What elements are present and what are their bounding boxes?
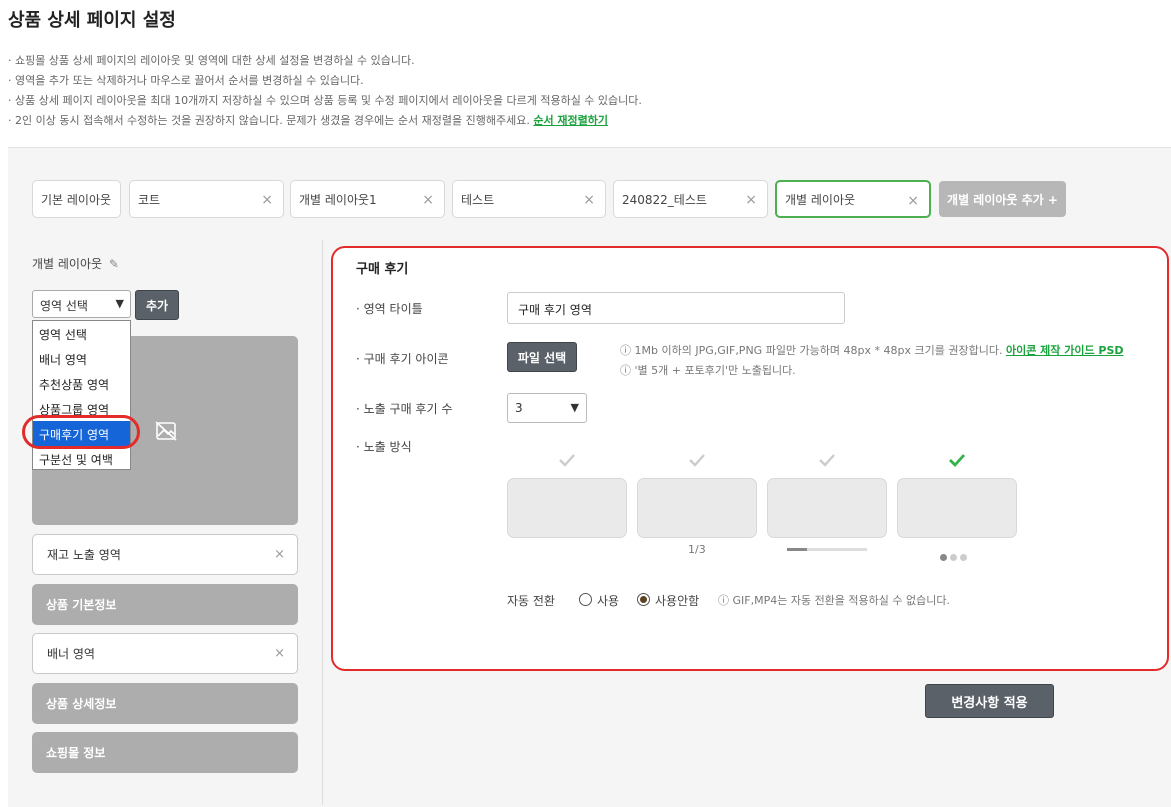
area-item-basic-info[interactable]: 상품 기본정보	[32, 584, 298, 625]
tab-label: 240822_테스트	[622, 192, 707, 207]
radio-nouse-label: 사용안함	[655, 594, 700, 608]
radio-use-label: 사용	[597, 594, 620, 608]
dot	[960, 554, 967, 561]
page-title: 상품 상세 페이지 설정	[8, 10, 176, 31]
title-label: · 영역 타이틀	[356, 302, 423, 316]
close-icon[interactable]: ×	[583, 192, 595, 208]
check-icon-selected	[949, 454, 966, 468]
count-label: · 노출 구매 후기 수	[356, 402, 453, 416]
section-title: 구매 후기	[356, 262, 409, 277]
area-title-input[interactable]: 구매 후기 영역	[507, 292, 845, 324]
close-icon[interactable]: ×	[745, 192, 757, 208]
area-label: 배너 영역	[47, 647, 95, 661]
note-4: · 2인 이상 동시 접속해서 수정하는 것을 권장하지 않습니다. 문제가 생…	[8, 114, 609, 127]
dot	[950, 554, 957, 561]
scroll-thumb	[787, 548, 807, 551]
chevron-down-icon: ▼	[570, 401, 579, 414]
dropdown-option[interactable]: 구분선 및 여백	[33, 446, 130, 471]
area-label: 상품 상세정보	[46, 697, 117, 711]
tab-label: 개별 레이아웃	[785, 192, 856, 207]
display-option-2[interactable]	[637, 478, 757, 538]
tab-label: 코트	[138, 192, 161, 207]
no-image-icon	[155, 421, 177, 441]
note-2: · 영역을 추가 또는 삭제하거나 마우스로 끌어서 순서를 변경하실 수 있습…	[8, 74, 364, 87]
file-select-button[interactable]: 파일 선택	[507, 342, 577, 372]
display-option-4[interactable]	[897, 478, 1017, 538]
note-1: · 쇼핑몰 상품 상세 페이지의 레이아웃 및 영역에 대한 상세 설정을 변경…	[8, 54, 415, 67]
add-area-button[interactable]: 추가	[135, 290, 179, 320]
area-item-shop-info[interactable]: 쇼핑몰 정보	[32, 732, 298, 773]
check-icon	[559, 454, 575, 467]
layout-name: 개별 레이아웃 ✎	[32, 255, 119, 272]
area-item-stock[interactable]: 재고 노출 영역 ×	[32, 534, 298, 575]
edit-pencil-icon[interactable]: ✎	[109, 257, 119, 271]
tab-coat[interactable]: 코트 ×	[129, 180, 284, 218]
apply-changes-button[interactable]: 변경사항 적용	[925, 684, 1054, 718]
auto-switch-label: 자동 전환	[507, 594, 555, 608]
check-icon	[819, 454, 835, 467]
tab-test[interactable]: 테스트 ×	[452, 180, 606, 218]
icon-label: · 구매 후기 아이콘	[356, 352, 449, 366]
check-icon	[689, 454, 705, 467]
column-divider	[322, 240, 323, 805]
tab-layout1[interactable]: 개별 레이아웃1 ×	[290, 180, 445, 218]
review-count-select[interactable]: 3 ▼	[507, 393, 587, 423]
close-icon[interactable]: ×	[422, 192, 434, 208]
dot	[940, 554, 947, 561]
add-layout-button[interactable]: 개별 레이아웃 추가 +	[939, 181, 1066, 217]
tab-custom-layout[interactable]: 개별 레이아웃 ×	[775, 180, 931, 218]
display-option-3[interactable]	[767, 478, 887, 538]
radio-use[interactable]	[579, 593, 592, 606]
dropdown-option[interactable]: 추천상품 영역	[33, 371, 130, 396]
layout-name-text: 개별 레이아웃	[32, 257, 103, 271]
close-icon[interactable]: ×	[274, 547, 285, 562]
close-icon[interactable]: ×	[907, 193, 919, 209]
highlight-ring	[22, 415, 140, 449]
dropdown-option[interactable]: 영역 선택	[33, 321, 130, 346]
tab-label: 테스트	[461, 192, 495, 207]
pagination-dots	[940, 546, 970, 565]
reorder-link[interactable]: 순서 재정렬하기	[533, 114, 608, 127]
tab-label: 개별 레이아웃1	[299, 192, 377, 207]
area-label: 재고 노출 영역	[47, 548, 121, 562]
radio-nouse[interactable]	[637, 593, 650, 606]
chevron-down-icon: ▼	[115, 297, 124, 310]
dropdown-option[interactable]: 배너 영역	[33, 346, 130, 371]
display-label: · 노출 방식	[356, 440, 412, 454]
area-item-detail-info[interactable]: 상품 상세정보	[32, 683, 298, 724]
icon-hint: ⓘ 1Mb 이하의 JPG,GIF,PNG 파일만 가능하며 48px * 48…	[620, 344, 1124, 357]
icon-hint-2: ⓘ '별 5개 + 포토후기'만 노출됩니다.	[620, 364, 796, 377]
close-icon[interactable]: ×	[261, 192, 273, 208]
tab-240822-test[interactable]: 240822_테스트 ×	[613, 180, 768, 218]
tab-basic-layout[interactable]: 기본 레이아웃	[32, 180, 121, 218]
area-label: 쇼핑몰 정보	[46, 746, 106, 760]
area-select[interactable]: 영역 선택 ▼	[32, 290, 131, 318]
area-item-banner[interactable]: 배너 영역 ×	[32, 633, 298, 674]
close-icon[interactable]: ×	[274, 646, 285, 661]
notes: · 쇼핑몰 상품 상세 페이지의 레이아웃 및 영역에 대한 상세 설정을 변경…	[8, 51, 642, 131]
count-value: 3	[515, 401, 523, 415]
area-label: 상품 기본정보	[46, 598, 117, 612]
auto-switch-hint: ⓘ GIF,MP4는 자동 전환을 적용하실 수 없습니다.	[718, 594, 950, 607]
display-option-1[interactable]	[507, 478, 627, 538]
area-select-value: 영역 선택	[40, 299, 88, 313]
note-3: · 상품 상세 페이지 레이아웃을 최대 10개까지 저장하실 수 있으며 상품…	[8, 94, 642, 107]
icon-guide-link[interactable]: 아이콘 제작 가이드 PSD	[1006, 344, 1124, 357]
pager-text: 1/3	[688, 543, 706, 556]
tab-label: 기본 레이아웃	[41, 192, 112, 207]
